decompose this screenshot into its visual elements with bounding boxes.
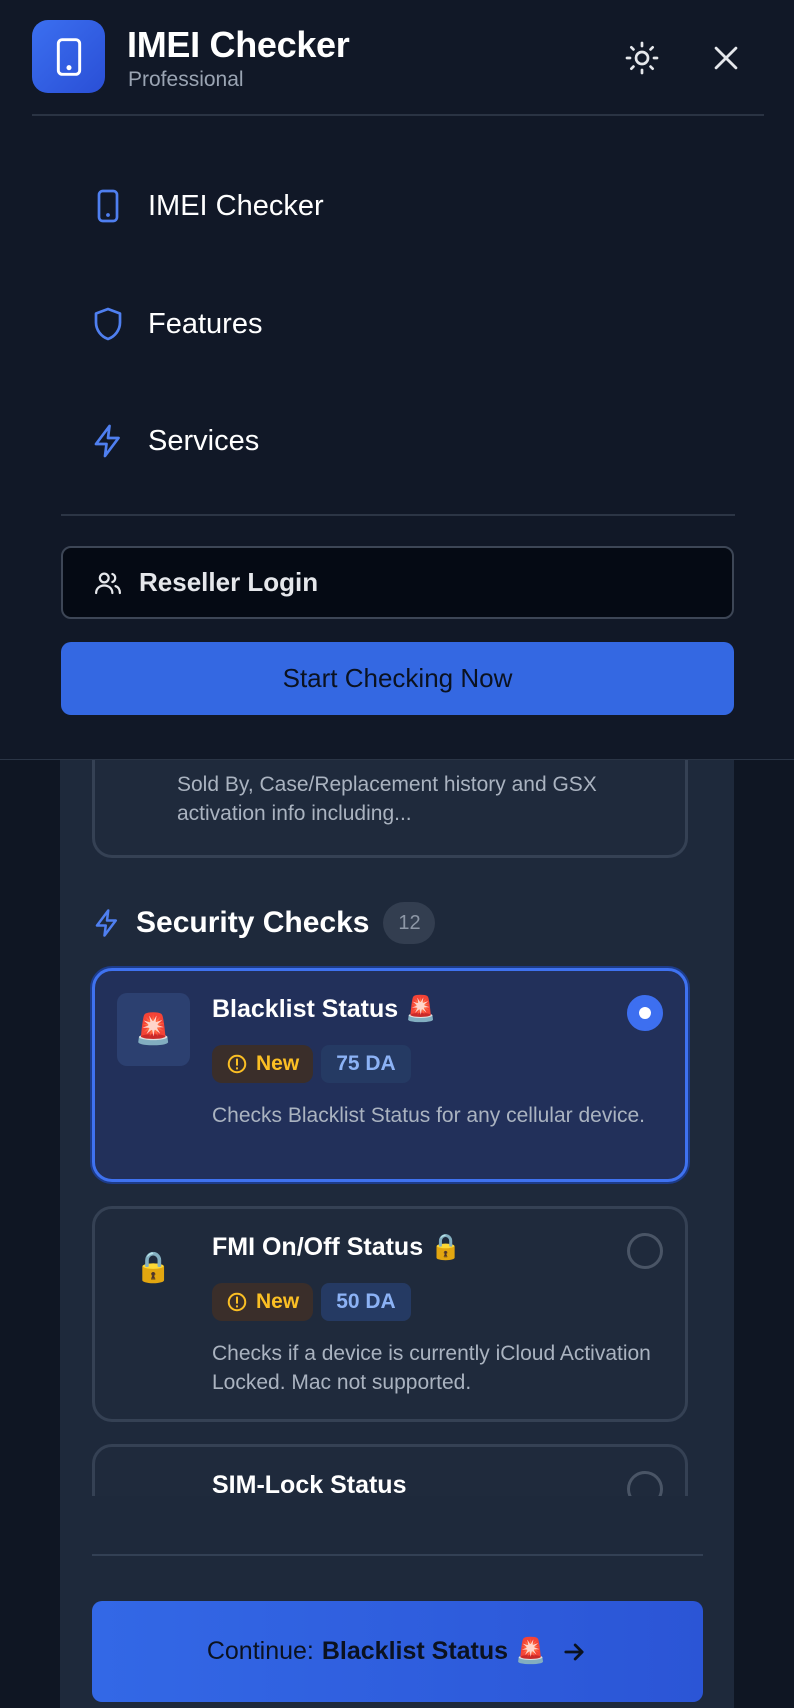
continue-service: Blacklist Status 🚨 xyxy=(321,1637,547,1665)
service-radio[interactable] xyxy=(627,1471,663,1496)
nav-item-label: IMEI Checker xyxy=(148,189,324,222)
app-logo xyxy=(32,20,105,93)
service-radio[interactable] xyxy=(627,1233,663,1269)
service-description: Sold By, Case/Replacement history and GS… xyxy=(177,773,597,825)
close-icon xyxy=(714,46,738,70)
service-description: Checks Blacklist Status for any cellular… xyxy=(212,1104,646,1127)
service-card-blacklist[interactable]: 🚨 Blacklist Status 🚨 New 75 DA Checks Bl… xyxy=(92,968,688,1182)
new-badge: New xyxy=(212,1045,314,1083)
theme-toggle-button[interactable] xyxy=(622,38,662,78)
nav-item-label: Features xyxy=(148,307,263,340)
section-header: Security Checks 12 xyxy=(92,900,436,946)
footer-divider xyxy=(92,1554,703,1556)
services-scroll-area[interactable]: Sold By, Case/Replacement history and GS… xyxy=(60,760,734,1496)
alert-circle-icon xyxy=(227,1292,247,1312)
service-title: Blacklist Status 🚨 xyxy=(212,995,437,1023)
service-badges: New 50 DA xyxy=(212,1283,411,1321)
new-badge: New xyxy=(212,1283,314,1321)
lightning-icon xyxy=(94,424,120,458)
smartphone-icon xyxy=(56,37,81,76)
siren-icon: 🚨 xyxy=(117,993,190,1066)
arrow-right-icon xyxy=(564,1643,584,1660)
nav-item-features[interactable]: Features xyxy=(90,294,730,354)
nav-item-label: Services xyxy=(148,424,260,457)
service-description: Checks if a device is currently iCloud A… xyxy=(212,1342,651,1394)
continue-button[interactable]: Continue: Blacklist Status 🚨 xyxy=(92,1601,703,1702)
reseller-login-label: Reseller Login xyxy=(139,567,319,597)
smartphone-icon xyxy=(97,189,119,223)
price-badge: 50 DA xyxy=(321,1283,411,1321)
app-subtitle: Professional xyxy=(128,68,244,91)
new-badge-label: New xyxy=(256,1052,300,1075)
alert-circle-icon xyxy=(227,1054,247,1074)
continue-prefix: Continue: xyxy=(206,1637,314,1665)
close-menu-button[interactable] xyxy=(706,38,746,78)
nav-item-services[interactable]: Services xyxy=(90,411,730,471)
service-title: SIM-Lock Status xyxy=(212,1471,407,1496)
start-checking-button[interactable]: Start Checking Now xyxy=(61,642,734,715)
nav-item-imei-checker[interactable]: IMEI Checker xyxy=(90,176,730,236)
sun-icon xyxy=(625,41,659,75)
shield-icon xyxy=(94,307,122,341)
drawer-header: IMEI Checker Professional xyxy=(32,20,764,116)
users-icon xyxy=(95,572,121,594)
nav-divider xyxy=(61,514,735,516)
new-badge-label: New xyxy=(256,1290,300,1313)
navigation-drawer: IMEI Checker Professional IMEI Checker F… xyxy=(0,0,794,760)
app-title: IMEI Checker xyxy=(127,24,350,65)
reseller-login-button[interactable]: Reseller Login xyxy=(61,546,734,619)
section-count-badge: 12 xyxy=(383,902,436,944)
service-radio-selected[interactable] xyxy=(627,995,663,1031)
lightning-icon xyxy=(95,909,117,937)
lock-icon: 🔒 xyxy=(134,1251,173,1284)
service-badges: New 75 DA xyxy=(212,1045,411,1083)
service-card-simlock[interactable]: SIM-Lock Status xyxy=(92,1444,688,1496)
section-title: Security Checks xyxy=(136,906,370,939)
service-title: FMI On/Off Status 🔒 xyxy=(212,1233,462,1261)
service-card-fmi[interactable]: 🔒 FMI On/Off Status 🔒 New 50 DA Checks i… xyxy=(92,1206,688,1422)
price-badge: 75 DA xyxy=(321,1045,411,1083)
